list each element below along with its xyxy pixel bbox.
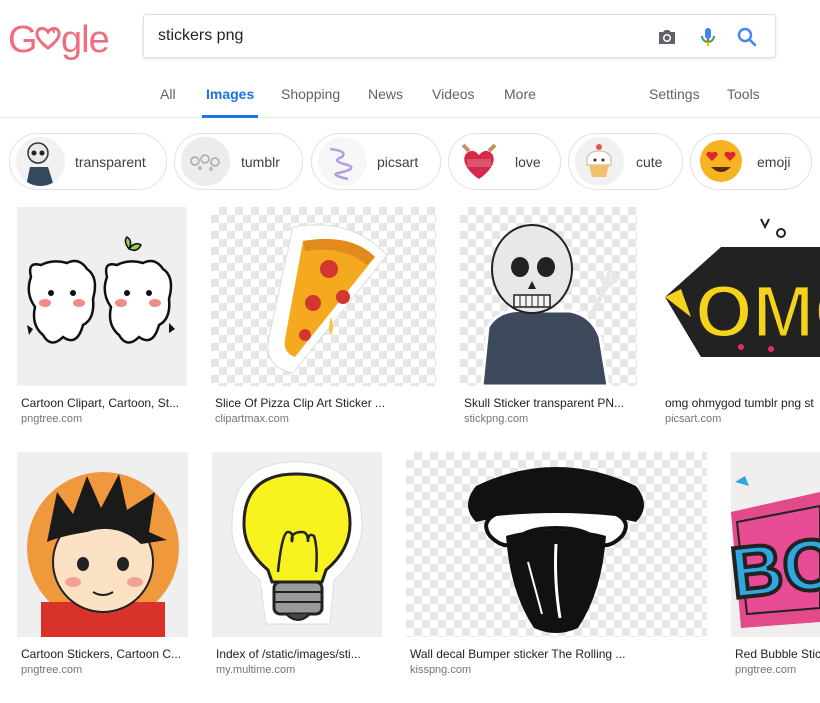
heart-eyes-emoji-icon bbox=[697, 137, 746, 186]
cupcake-icon bbox=[575, 137, 624, 186]
result-card[interactable]: Slice Of Pizza Clip Art Sticker ... clip… bbox=[211, 207, 436, 427]
cute-bears-image[interactable] bbox=[17, 207, 187, 386]
omg-text-image[interactable]: OMG bbox=[661, 207, 820, 386]
chip-cute[interactable]: cute bbox=[568, 133, 683, 190]
result-card[interactable]: Cartoon Stickers, Cartoon C... pngtree.c… bbox=[17, 452, 188, 677]
chip-picsart[interactable]: picsart bbox=[311, 133, 441, 190]
lightbulb-image[interactable] bbox=[212, 452, 382, 637]
search-box bbox=[143, 14, 776, 58]
skeleton-icon bbox=[16, 137, 65, 186]
skeleton-image[interactable] bbox=[460, 207, 637, 386]
tools-link[interactable]: Tools bbox=[727, 86, 760, 118]
result-card[interactable]: OMG omg ohmygod tumblr png st picsart.co… bbox=[661, 207, 820, 427]
google-doodle-logo[interactable]: G gle bbox=[8, 18, 128, 62]
tongue-lips-image[interactable] bbox=[406, 452, 707, 637]
tab-shopping[interactable]: Shopping bbox=[281, 86, 340, 118]
chip-tumblr[interactable]: tumblr bbox=[174, 133, 303, 190]
cartoon-boy-image[interactable] bbox=[17, 452, 188, 637]
tab-more[interactable]: More bbox=[504, 86, 536, 118]
chip-love[interactable]: love bbox=[448, 133, 561, 190]
chip-emoji[interactable]: emoji bbox=[690, 133, 812, 190]
mic-icon[interactable] bbox=[696, 25, 720, 49]
svg-text:G: G bbox=[8, 19, 37, 61]
heart-icon bbox=[455, 137, 504, 186]
result-card[interactable]: Cartoon Clipart, Cartoon, St... pngtree.… bbox=[17, 207, 187, 427]
svg-text:OMG: OMG bbox=[695, 270, 820, 353]
tab-videos[interactable]: Videos bbox=[432, 86, 475, 118]
search-icon[interactable] bbox=[735, 25, 759, 49]
search-tabs: All Images Shopping News Videos More Set… bbox=[0, 76, 820, 118]
settings-link[interactable]: Settings bbox=[649, 86, 700, 118]
tab-images[interactable]: Images bbox=[201, 86, 259, 118]
svg-text:gle: gle bbox=[61, 19, 109, 61]
camera-icon[interactable] bbox=[655, 25, 679, 49]
tab-news[interactable]: News bbox=[368, 86, 403, 118]
result-card[interactable]: BO Red Bubble Stic pngtree.com bbox=[731, 452, 820, 677]
pizza-slice-image[interactable] bbox=[211, 207, 436, 386]
chip-transparent[interactable]: transparent bbox=[9, 133, 167, 190]
result-card[interactable]: Wall decal Bumper sticker The Rolling ..… bbox=[406, 452, 707, 677]
result-card[interactable]: Skull Sticker transparent PN... stickpng… bbox=[460, 207, 637, 427]
spiral-icon bbox=[318, 137, 367, 186]
tab-all[interactable]: All bbox=[160, 86, 176, 118]
result-card[interactable]: Index of /static/images/sti... my.multim… bbox=[212, 452, 382, 677]
search-input[interactable] bbox=[158, 24, 638, 48]
decor-icon bbox=[181, 137, 230, 186]
boom-text-image[interactable]: BO bbox=[731, 452, 820, 637]
svg-text:BO: BO bbox=[731, 523, 820, 614]
